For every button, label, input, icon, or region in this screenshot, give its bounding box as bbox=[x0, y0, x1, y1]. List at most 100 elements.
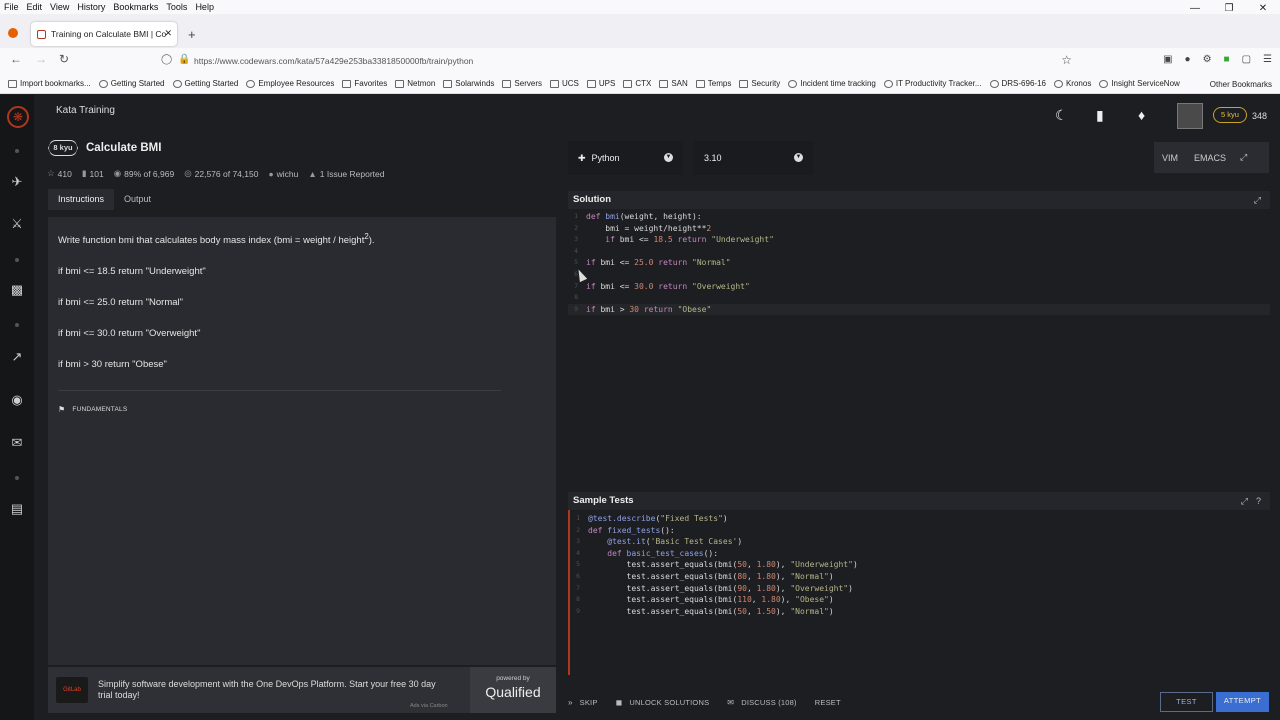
menu-bookmarks[interactable]: Bookmarks bbox=[109, 2, 162, 12]
expand-icon[interactable]: ⤢ bbox=[1241, 492, 1248, 510]
menu-edit[interactable]: Edit bbox=[23, 2, 47, 12]
folder-icon bbox=[502, 79, 512, 88]
vim-mode-button[interactable]: VIM bbox=[1154, 153, 1186, 163]
emacs-mode-button[interactable]: EMACS bbox=[1186, 153, 1234, 163]
bookmark-folder[interactable]: SAN bbox=[659, 79, 688, 88]
bookmark-item[interactable]: Kronos bbox=[1053, 79, 1091, 88]
version-select[interactable]: 3.10 ▼ bbox=[694, 141, 813, 175]
url-text[interactable]: https://www.codewars.com/kata/57a429e253… bbox=[194, 56, 473, 66]
bookmark-folder[interactable]: Servers bbox=[502, 79, 542, 88]
url-bar[interactable]: ◯ 🔒 https://www.codewars.com/kata/57a429… bbox=[158, 52, 1080, 70]
briefcase-icon[interactable]: ▩ bbox=[8, 281, 26, 299]
qualified-logo: Qualified bbox=[485, 684, 541, 700]
reload-icon[interactable]: ↻ bbox=[59, 52, 69, 66]
tab-instructions[interactable]: Instructions bbox=[48, 189, 115, 210]
qualified-badge[interactable]: powered by Qualified bbox=[470, 667, 556, 713]
bookmark-folder[interactable]: Solarwinds bbox=[443, 79, 494, 88]
menu-help[interactable]: Help bbox=[191, 2, 218, 12]
reset-button[interactable]: RESET bbox=[815, 698, 841, 707]
ad-text[interactable]: Simplify software development with the O… bbox=[98, 679, 450, 701]
notifications-bell-icon[interactable]: ♦ bbox=[1138, 107, 1145, 123]
tab-output[interactable]: Output bbox=[114, 189, 161, 210]
bookmark-item[interactable]: Insight ServiceNow bbox=[1099, 79, 1180, 88]
menu-tools[interactable]: Tools bbox=[162, 2, 191, 12]
language-select[interactable]: ✚ Python ▼ bbox=[568, 141, 683, 175]
test-button[interactable]: TEST bbox=[1160, 692, 1213, 712]
bookmark-folder[interactable]: Favorites bbox=[342, 79, 387, 88]
extension-n-icon[interactable]: ● bbox=[1185, 54, 1191, 65]
skip-button[interactable]: » SKIP bbox=[568, 698, 598, 707]
nav-divider bbox=[15, 476, 19, 480]
other-bookmarks[interactable]: Other Bookmarks bbox=[1210, 80, 1272, 89]
tag-fundamentals[interactable]: FUNDAMENTALS bbox=[72, 406, 127, 413]
chat-icon[interactable]: ✉ bbox=[8, 434, 26, 452]
back-icon[interactable]: ← bbox=[10, 52, 22, 66]
bookmark-item[interactable]: IT Productivity Tracker... bbox=[883, 79, 982, 88]
tag-icon: ⚑ bbox=[58, 405, 66, 415]
nav-divider bbox=[15, 149, 19, 153]
unlock-solutions-button[interactable]: ◼ UNLOCK SOLUTIONS bbox=[616, 698, 710, 707]
issues-link[interactable]: ▲ 1 Issue Reported bbox=[308, 168, 384, 179]
browser-tab-active[interactable]: Training on Calculate BMI | Co ✕ bbox=[31, 22, 177, 46]
bookmark-item[interactable]: Incident time tracking bbox=[788, 79, 876, 88]
help-icon[interactable]: ? bbox=[1256, 492, 1261, 510]
new-tab-icon[interactable]: + bbox=[188, 27, 196, 42]
extension-box-icon[interactable]: ▢ bbox=[1242, 54, 1251, 65]
codewars-app: ❋ ✈ ⚔ ▩ ↗ ◉ ✉ ▤ Kata Training ☾ ▮ ♦ 5 ky… bbox=[0, 95, 1280, 720]
rule-line: if bmi <= 18.5 return "Underweight" bbox=[58, 266, 206, 278]
votes-stat[interactable]: ▮ 101 bbox=[82, 168, 104, 179]
code-line: 3 if bmi <= 18.5 return "Underweight" bbox=[574, 235, 774, 245]
discuss-button[interactable]: ✉ DISCUSS (108) bbox=[727, 698, 796, 707]
bookmark-folder[interactable]: Temps bbox=[695, 79, 731, 88]
discord-icon[interactable]: ◉ bbox=[8, 391, 26, 409]
bookmark-folder[interactable]: UPS bbox=[586, 79, 615, 88]
bookmark-icon[interactable]: ▮ bbox=[1096, 107, 1104, 124]
tests-code[interactable]: 1 @test.describe("Fixed Tests") 2 def fixe… bbox=[568, 510, 1270, 675]
bookmark-item[interactable]: Employee Resources bbox=[246, 79, 334, 88]
codewars-logo-icon[interactable]: ❋ bbox=[7, 106, 29, 128]
docs-book-icon[interactable]: ▤ bbox=[8, 500, 26, 518]
bookmark-star-icon[interactable]: ☆ bbox=[1061, 53, 1072, 67]
avatar[interactable] bbox=[1177, 103, 1203, 129]
author-link[interactable]: ● wichu bbox=[268, 168, 298, 179]
bookmark-item[interactable]: Getting Started bbox=[98, 79, 165, 88]
stars-stat[interactable]: ☆ 410 bbox=[47, 168, 72, 179]
rule-line: if bmi <= 30.0 return "Overweight" bbox=[58, 328, 201, 340]
solution-code[interactable]: 1 def bmi(weight, height): 2 bmi = weight… bbox=[568, 209, 1270, 316]
skip-icon: » bbox=[568, 697, 573, 707]
bookmark-folder[interactable]: Netmon bbox=[395, 79, 435, 88]
firefox-icon[interactable] bbox=[8, 28, 18, 38]
dark-mode-moon-icon[interactable]: ☾ bbox=[1055, 107, 1068, 124]
bookmark-folder[interactable]: Security bbox=[739, 79, 780, 88]
bookmark-item[interactable]: Getting Started bbox=[172, 79, 238, 88]
divider bbox=[58, 390, 501, 392]
lock-icon[interactable]: 🔒 bbox=[178, 54, 190, 65]
close-tab-icon[interactable]: ✕ bbox=[164, 28, 172, 39]
dojo-icon[interactable]: ⚔ bbox=[8, 215, 26, 233]
editor-modes: VIM EMACS ⤢ bbox=[1154, 142, 1269, 173]
leaderboard-icon[interactable]: ↗ bbox=[8, 348, 26, 366]
expand-icon[interactable]: ⤢ bbox=[1254, 191, 1261, 209]
globe-icon bbox=[883, 79, 893, 88]
user-icon: ● bbox=[268, 168, 274, 179]
app-menu-icon[interactable]: ☰ bbox=[1263, 54, 1272, 65]
bookmark-folder[interactable]: CTX bbox=[623, 79, 651, 88]
training-icon[interactable]: ✈ bbox=[8, 173, 26, 191]
extension-green-icon[interactable]: ■ bbox=[1224, 54, 1230, 65]
pocket-icon[interactable]: ▣ bbox=[1163, 54, 1172, 65]
menu-history[interactable]: History bbox=[73, 2, 109, 12]
bookmark-item[interactable]: DRS-696-16 bbox=[989, 79, 1046, 88]
bookmark-folder[interactable]: UCS bbox=[549, 79, 579, 88]
extension-icon[interactable]: ⚙ bbox=[1203, 54, 1212, 65]
bookmark-item[interactable]: Import bookmarks... bbox=[8, 79, 91, 88]
ads-via-carbon[interactable]: Ads via Carbon bbox=[410, 703, 448, 709]
code-line: 2 bmi = weight/height**2 bbox=[574, 223, 712, 233]
menu-view[interactable]: View bbox=[46, 2, 73, 12]
fullscreen-icon[interactable]: ⤢ bbox=[1234, 152, 1255, 163]
tracking-shield-icon[interactable]: ◯ bbox=[161, 54, 172, 66]
attempt-button[interactable]: ATTEMPT bbox=[1216, 692, 1269, 712]
forward-icon[interactable]: → bbox=[35, 52, 47, 66]
language-value: Python bbox=[591, 153, 620, 163]
menu-file[interactable]: File bbox=[0, 2, 23, 12]
carbon-ad[interactable]: GitLab Simplify software development wit… bbox=[48, 667, 556, 713]
